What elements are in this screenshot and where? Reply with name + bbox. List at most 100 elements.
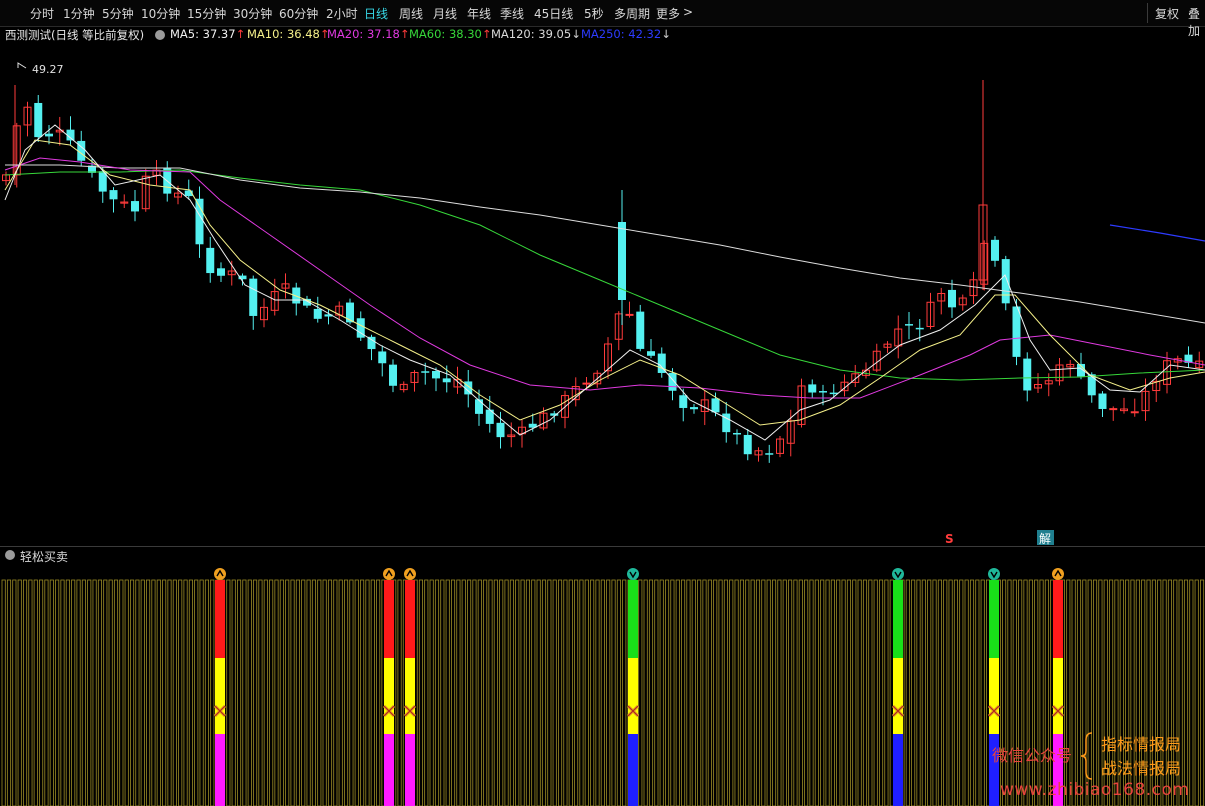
- outline-bar: [1044, 579, 1049, 806]
- outline-bar: [429, 579, 434, 806]
- outline-bar: [1, 579, 6, 806]
- candle-body: [195, 198, 204, 245]
- outline-bar: [536, 579, 541, 806]
- outline-bar: [60, 579, 65, 806]
- outline-bar: [151, 579, 156, 806]
- indicator-chart[interactable]: [0, 550, 1205, 806]
- outline-bar: [226, 579, 231, 806]
- candle-body: [496, 422, 505, 438]
- outline-bar: [483, 579, 488, 806]
- candle-body: [249, 278, 258, 316]
- outline-bar: [691, 579, 696, 806]
- outline-bar: [295, 579, 300, 806]
- outline-bar: [788, 579, 793, 806]
- candle-body: [421, 371, 430, 373]
- outline-bar: [943, 579, 948, 806]
- candle-body: [131, 201, 139, 212]
- outline-bar: [729, 579, 734, 806]
- signal-bar-top: [893, 580, 903, 658]
- outline-bar: [707, 579, 712, 806]
- outline-bar: [231, 579, 236, 806]
- outline-bar: [108, 579, 113, 806]
- outline-bar: [846, 579, 851, 806]
- outline-bar: [461, 579, 466, 806]
- outline-bar: [22, 579, 28, 806]
- signal-bar-mid: [1053, 658, 1063, 734]
- outline-bar: [1034, 579, 1039, 806]
- signal-bar-top: [628, 580, 638, 658]
- signal-bar-top: [215, 580, 225, 658]
- outline-bar: [194, 579, 199, 806]
- outline-bar: [450, 579, 456, 806]
- outline-bar: [862, 579, 868, 806]
- outline-bar: [686, 579, 691, 806]
- high-pointer-icon: [17, 62, 27, 69]
- outline-bar: [499, 579, 504, 806]
- outline-bar: [124, 579, 129, 806]
- ma120-line: [5, 164, 1205, 324]
- signal-bar-bottom: [405, 734, 415, 806]
- outline-bar: [338, 579, 343, 806]
- candle-body: [829, 392, 838, 395]
- outline-bar: [301, 579, 306, 806]
- candle-body: [1023, 358, 1032, 391]
- ma250-line: [1109, 224, 1205, 242]
- outline-bar: [665, 579, 670, 806]
- outline-bar: [558, 579, 563, 806]
- outline-bar: [681, 579, 686, 806]
- outline-bar: [397, 579, 402, 806]
- signal-bar-mid: [893, 658, 903, 734]
- outline-bar: [92, 579, 97, 806]
- outline-bar: [750, 579, 755, 806]
- outline-bar: [520, 579, 525, 806]
- signal-bar-top: [405, 580, 415, 658]
- candlestick-chart[interactable]: 49.27 S 解: [0, 0, 1205, 546]
- candle-body: [1087, 374, 1096, 396]
- outline-bar: [253, 579, 258, 806]
- outline-bar: [884, 579, 889, 806]
- outline-bar: [247, 579, 252, 806]
- outline-bar: [183, 579, 188, 806]
- signal-bar-bottom: [215, 734, 225, 806]
- outline-bar: [354, 579, 359, 806]
- outline-bar: [638, 579, 643, 806]
- signal-bar-bottom: [384, 734, 394, 806]
- outline-bar: [6, 579, 12, 806]
- candle-body: [915, 327, 924, 330]
- signal-bar-top: [989, 580, 999, 658]
- outline-bar: [172, 579, 177, 806]
- outline-bar: [44, 579, 49, 806]
- outline-bar: [376, 579, 381, 806]
- candle-body: [948, 289, 956, 308]
- outline-bar: [1023, 579, 1028, 806]
- outline-bar: [766, 579, 771, 806]
- candle-body: [1109, 408, 1118, 411]
- outline-bar: [258, 579, 263, 806]
- candle-body: [1012, 306, 1021, 357]
- outline-bar: [937, 579, 942, 806]
- outline-bar: [1194, 579, 1199, 806]
- outline-bar: [563, 579, 568, 806]
- outline-bar: [1066, 579, 1071, 806]
- outline-bar: [322, 579, 327, 806]
- outline-bar: [17, 579, 22, 806]
- outline-bar: [49, 579, 54, 806]
- outline-bar: [418, 579, 423, 806]
- candle-body: [743, 434, 752, 455]
- outline-bar: [87, 579, 92, 806]
- outline-bar: [274, 579, 279, 806]
- signal-bar-mid: [628, 658, 638, 734]
- candle-body: [109, 190, 118, 200]
- outline-bar: [755, 579, 761, 806]
- outline-bar: [156, 579, 161, 806]
- outline-bar: [236, 579, 242, 806]
- outline-bar: [129, 579, 135, 806]
- candle-body: [711, 398, 720, 413]
- outline-bar: [873, 579, 878, 806]
- candle-body: [690, 407, 698, 410]
- outline-bar: [820, 579, 825, 806]
- candle-body: [389, 364, 397, 386]
- candle-body: [582, 382, 591, 385]
- outline-bar: [1076, 579, 1082, 806]
- outline-bar: [836, 579, 841, 806]
